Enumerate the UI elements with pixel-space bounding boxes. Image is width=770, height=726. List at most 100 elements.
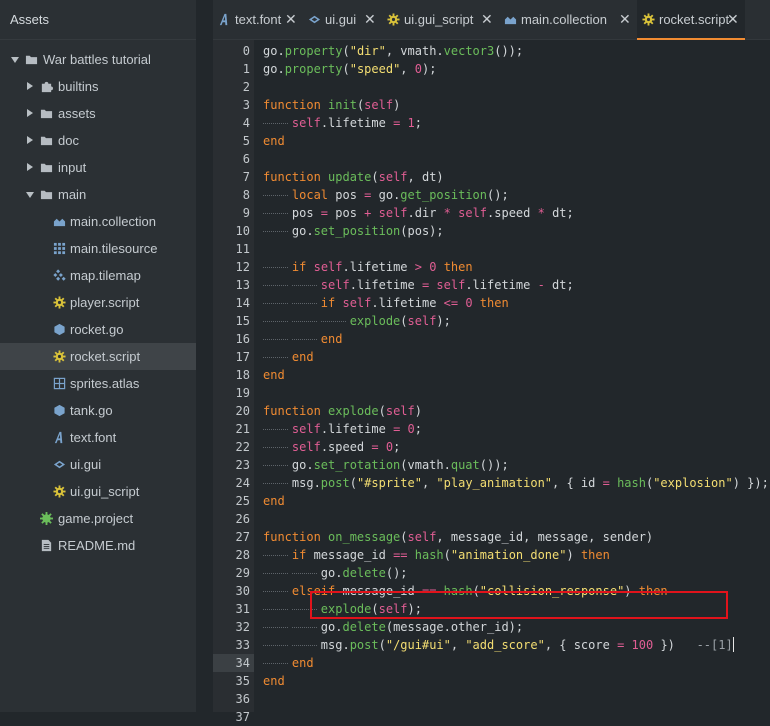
tab-rocket-script[interactable]: rocket.script ✕ xyxy=(637,0,745,40)
line-number: 21 xyxy=(235,422,250,436)
gameobject-icon xyxy=(53,323,66,336)
tree-item-readme-md[interactable]: README.md xyxy=(0,532,196,559)
collection-icon xyxy=(53,215,66,228)
close-tab-icon[interactable]: ✕ xyxy=(727,11,739,28)
tree-item-ui-gui[interactable]: ui.gui xyxy=(0,451,196,478)
indent-guide xyxy=(263,645,288,647)
code-editor: text.font ✕ ui.gui ✕ ui.gui_script ✕ main.coll… xyxy=(213,0,770,724)
expand-arrow-right-icon[interactable] xyxy=(27,109,33,117)
close-tab-icon[interactable]: ✕ xyxy=(481,11,493,28)
indent-guide xyxy=(263,429,288,431)
project-icon xyxy=(40,512,53,525)
expand-arrow-down-icon[interactable] xyxy=(26,192,34,198)
tree-item-label: builtins xyxy=(58,79,99,94)
code-line: go.property("speed", 0); xyxy=(263,62,437,76)
collection-icon xyxy=(504,13,517,26)
tree-item-tank-go[interactable]: tank.go xyxy=(0,397,196,424)
line-number: 6 xyxy=(242,152,250,166)
indent-guide xyxy=(263,357,288,359)
tree-item-label: ui.gui xyxy=(70,457,102,472)
close-tab-icon[interactable]: ✕ xyxy=(285,11,297,28)
line-number: 24 xyxy=(235,476,250,490)
indent-guide xyxy=(263,609,288,611)
expand-arrow-right-icon[interactable] xyxy=(27,163,33,171)
tree-item-label: input xyxy=(58,160,87,175)
line-number: 3 xyxy=(242,98,250,112)
tree-item-game-project[interactable]: game.project xyxy=(0,505,196,532)
tree-item-rocket-go[interactable]: rocket.go xyxy=(0,316,196,343)
tab-ui-gui[interactable]: ui.gui ✕ xyxy=(303,0,382,40)
expand-arrow-right-icon[interactable] xyxy=(27,136,33,144)
tree-item-assets[interactable]: assets xyxy=(0,100,196,127)
tree-item-player-script[interactable]: player.script xyxy=(0,289,196,316)
indent-guide xyxy=(263,267,288,269)
code-line: msg.post("#sprite", "play_animation", { … xyxy=(263,476,769,490)
line-number: 11 xyxy=(235,242,250,256)
tree-item-main-collection[interactable]: main.collection xyxy=(0,208,196,235)
line-number: 33 xyxy=(235,638,250,652)
indent-guide xyxy=(263,627,288,629)
tree-item-war-battles-tutorial[interactable]: War battles tutorial xyxy=(0,46,196,73)
line-number: 30 xyxy=(235,584,250,598)
line-number: 13 xyxy=(235,278,250,292)
indent-guide xyxy=(263,339,288,341)
gui-icon xyxy=(53,458,66,471)
assets-panel: Assets War battles tutorial builtins asset… xyxy=(0,0,196,712)
gameobject-icon xyxy=(53,404,66,417)
code-line: function on_message(self, message_id, me… xyxy=(263,530,654,544)
line-number: 25 xyxy=(235,494,250,508)
tree-item-label: assets xyxy=(58,106,96,121)
tree-item-label: doc xyxy=(58,133,79,148)
tree-item-main[interactable]: main xyxy=(0,181,196,208)
code-line: end xyxy=(263,674,285,688)
line-number: 27 xyxy=(235,530,250,544)
code-line: end xyxy=(263,368,285,382)
folder-icon xyxy=(25,53,38,66)
tree-item-rocket-script[interactable]: rocket.script xyxy=(0,343,196,370)
folder-icon xyxy=(40,107,53,120)
tree-item-builtins[interactable]: builtins xyxy=(0,73,196,100)
panel-splitter[interactable] xyxy=(196,0,213,712)
close-tab-icon[interactable]: ✕ xyxy=(364,11,376,28)
editor-tab-bar: text.font ✕ ui.gui ✕ ui.gui_script ✕ main.coll… xyxy=(213,0,770,40)
code-line: end xyxy=(263,134,285,148)
tree-item-label: War battles tutorial xyxy=(43,52,151,67)
tab-label: text.font xyxy=(235,12,282,27)
expand-arrow-down-icon[interactable] xyxy=(11,57,19,63)
tree-item-map-tilemap[interactable]: map.tilemap xyxy=(0,262,196,289)
tab-ui-gui-script[interactable]: ui.gui_script ✕ xyxy=(382,0,499,40)
tree-item-label: main.tilesource xyxy=(70,241,158,256)
tree-item-ui-gui-script[interactable]: ui.gui_script xyxy=(0,478,196,505)
indent-guide xyxy=(263,285,288,287)
indent-guide xyxy=(263,303,288,305)
script-gear-icon xyxy=(387,13,400,26)
line-number: 17 xyxy=(235,350,250,364)
tree-item-input[interactable]: input xyxy=(0,154,196,181)
line-number: 15 xyxy=(235,314,250,328)
tree-item-text-font[interactable]: text.font xyxy=(0,424,196,451)
highlight-box xyxy=(310,591,728,619)
tab-main-collection[interactable]: main.collection ✕ xyxy=(499,0,637,40)
tree-item-doc[interactable]: doc xyxy=(0,127,196,154)
line-number: 28 xyxy=(235,548,250,562)
line-number: 2 xyxy=(242,80,250,94)
line-number: 5 xyxy=(242,134,250,148)
line-number: 14 xyxy=(235,296,250,310)
line-number: 0 xyxy=(242,44,250,58)
tree-item-main-tilesource[interactable]: main.tilesource xyxy=(0,235,196,262)
line-number: 22 xyxy=(235,440,250,454)
expand-arrow-right-icon[interactable] xyxy=(27,82,33,90)
close-tab-icon[interactable]: ✕ xyxy=(619,11,631,28)
indent-guide xyxy=(291,303,317,305)
line-number: 35 xyxy=(235,674,250,688)
line-number: 4 xyxy=(242,116,250,130)
indent-guide xyxy=(263,663,288,665)
line-number: 31 xyxy=(235,602,250,616)
font-icon xyxy=(218,13,231,26)
line-number: 7 xyxy=(242,170,250,184)
tree-item-sprites-atlas[interactable]: sprites.atlas xyxy=(0,370,196,397)
text-cursor xyxy=(732,637,734,652)
tab-text-font[interactable]: text.font ✕ xyxy=(213,0,303,40)
indent-guide xyxy=(263,555,288,557)
line-number: 32 xyxy=(235,620,250,634)
